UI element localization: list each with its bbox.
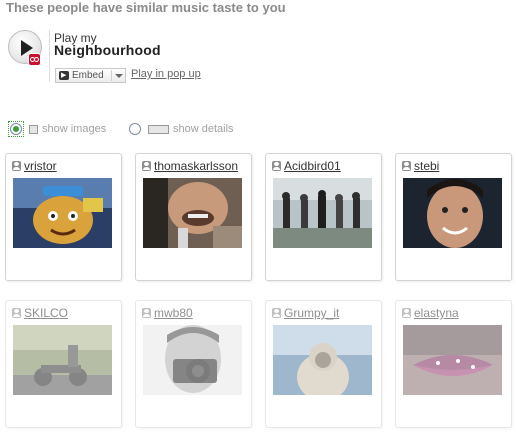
lastfm-logo-icon: [28, 53, 41, 66]
user-icon: [142, 308, 151, 318]
neighbour-avatar[interactable]: [143, 178, 242, 248]
neighbour-card[interactable]: Acidbird01: [265, 153, 382, 281]
neighbour-username[interactable]: elastyna: [414, 306, 510, 320]
show-details-label: show details: [173, 123, 234, 135]
user-icon: [402, 161, 411, 171]
neighbour-card[interactable]: elastyna: [395, 300, 512, 428]
neighbour-avatar[interactable]: [403, 178, 502, 248]
user-icon: [272, 161, 281, 171]
show-images-label: show images: [42, 123, 107, 135]
embed-label: Embed: [72, 70, 104, 81]
play-in-popup-link[interactable]: Play in pop up: [131, 68, 201, 80]
user-icon: [272, 308, 281, 318]
neighbour-username[interactable]: Grumpy_it: [284, 306, 380, 320]
show-details-option[interactable]: show details: [129, 122, 249, 136]
neighbourhood-title[interactable]: Neighbourhood: [54, 42, 161, 58]
image-view-icon: [29, 125, 38, 134]
neighbour-avatar[interactable]: [273, 325, 372, 395]
neighbour-card[interactable]: mwb80: [135, 300, 252, 428]
neighbour-card[interactable]: thomaskarlsson: [135, 153, 252, 281]
neighbour-username[interactable]: thomaskarlsson: [154, 159, 250, 173]
neighbour-username[interactable]: Acidbird01: [284, 159, 380, 173]
neighbour-card[interactable]: vristor: [5, 153, 122, 281]
neighbour-avatar[interactable]: [13, 178, 112, 248]
user-icon: [402, 308, 411, 318]
user-icon: [142, 161, 151, 171]
embed-button[interactable]: ▶ Embed: [55, 68, 126, 83]
detail-view-icon: [148, 125, 169, 134]
neighbour-card[interactable]: Grumpy_it: [265, 300, 382, 428]
neighbour-username[interactable]: vristor: [24, 159, 120, 173]
show-details-radio[interactable]: [129, 123, 141, 135]
neighbour-avatar[interactable]: [13, 325, 112, 395]
user-icon: [12, 308, 21, 318]
neighbour-username[interactable]: stebi: [414, 159, 510, 173]
show-images-option[interactable]: show images: [8, 121, 110, 137]
show-images-radio[interactable]: [10, 123, 22, 135]
neighbour-username[interactable]: mwb80: [154, 306, 250, 320]
neighbour-avatar[interactable]: [403, 325, 502, 395]
chevron-down-icon[interactable]: [115, 74, 123, 78]
embed-separator: [111, 70, 112, 81]
user-icon: [12, 161, 21, 171]
neighbour-avatar[interactable]: [273, 178, 372, 248]
embed-icon: ▶: [59, 71, 69, 80]
neighbour-avatar[interactable]: [143, 325, 242, 395]
neighbour-card[interactable]: stebi: [395, 153, 512, 281]
section-heading: These people have similar music taste to…: [6, 0, 286, 15]
neighbour-card[interactable]: SKILCO: [5, 300, 122, 428]
player-divider: [49, 30, 50, 82]
neighbour-username[interactable]: SKILCO: [24, 306, 120, 320]
